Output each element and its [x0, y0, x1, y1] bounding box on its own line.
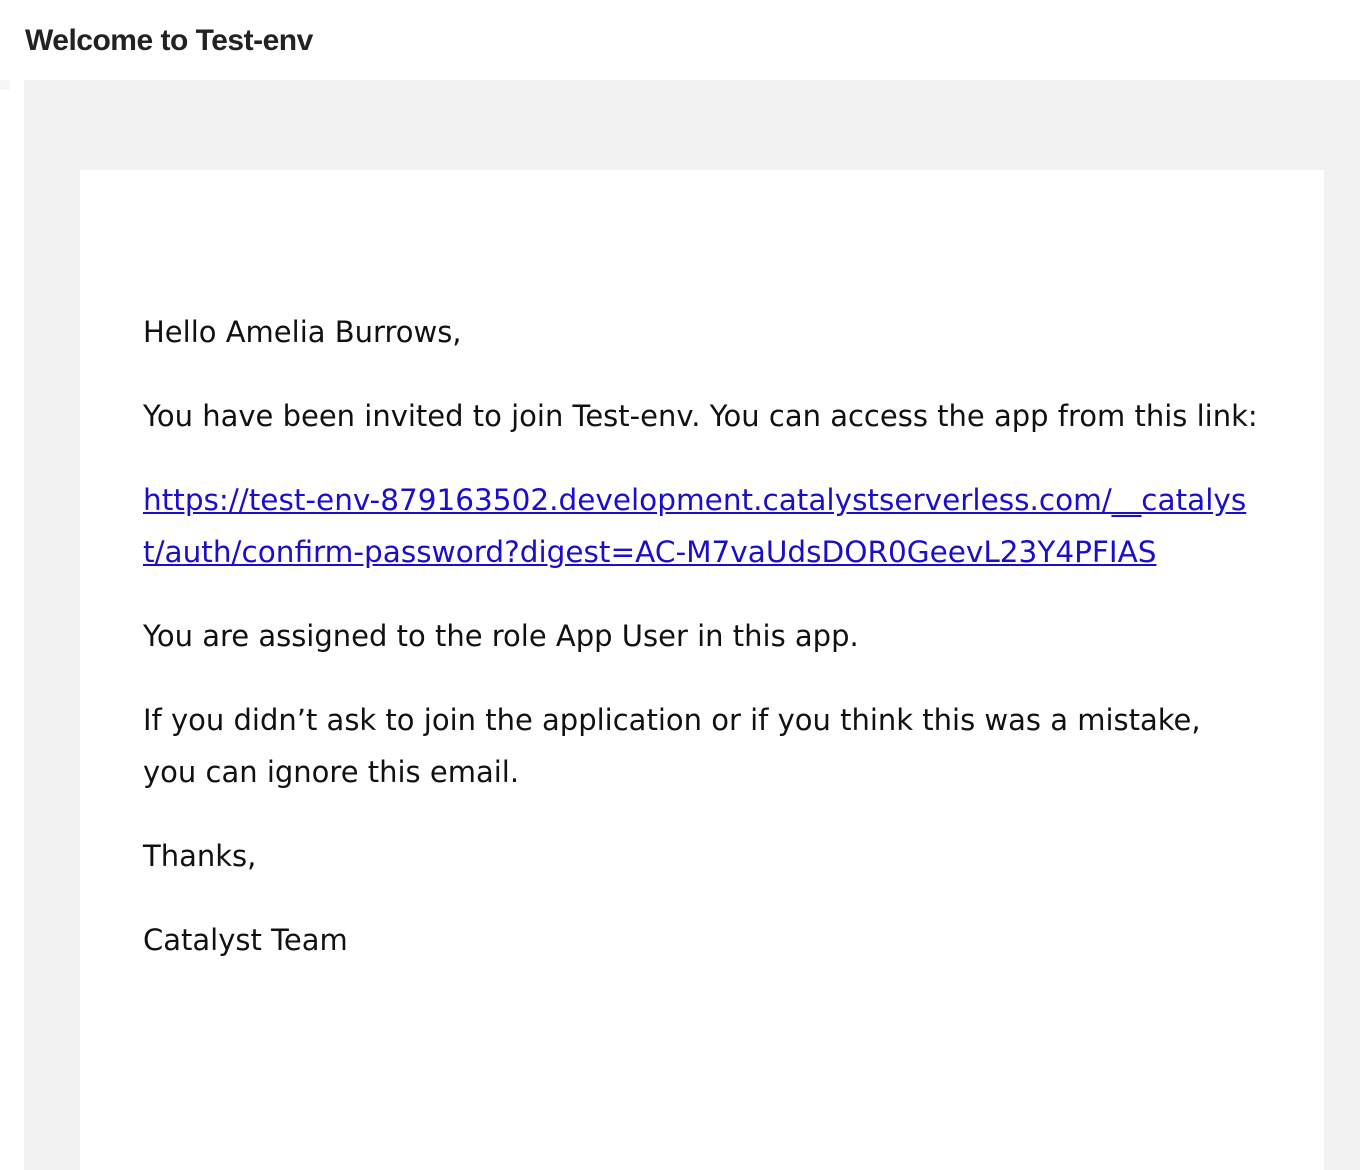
invite-link-paragraph: https://test-env-879163502.development.c… [143, 474, 1263, 578]
role-text: You are assigned to the role App User in… [143, 619, 859, 653]
ignore-text: If you didn’t ask to join the applicatio… [143, 703, 1201, 789]
email-header: Welcome to Test-env [0, 0, 1360, 80]
thanks-text: Thanks, [143, 839, 257, 873]
invite-text: You have been invited to join Test-env. … [143, 399, 1258, 433]
invite-link[interactable]: https://test-env-879163502.development.c… [143, 483, 1246, 569]
email-body: Hello Amelia Burrows, You have been invi… [143, 306, 1263, 998]
left-edge-shade [0, 80, 10, 90]
signature-text: Catalyst Team [143, 923, 348, 957]
greeting-text: Hello Amelia Burrows, [143, 315, 462, 349]
email-subject: Welcome to Test-env [25, 24, 313, 57]
